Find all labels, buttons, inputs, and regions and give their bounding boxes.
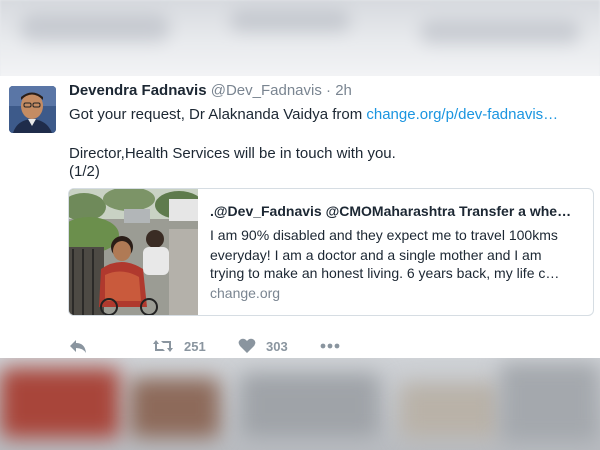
reply-button[interactable] bbox=[68, 334, 88, 358]
retweet-icon bbox=[153, 340, 173, 352]
author-handle[interactable]: @Dev_Fadnavis bbox=[211, 82, 322, 99]
tweet-text-line-2: Director,Health Services will be in touc… bbox=[69, 145, 396, 162]
card-description-line-2: everyday! I am a doctor and a single mot… bbox=[210, 247, 542, 263]
tweet-text-line-1: Got your request, Dr Alaknanda Vaidya fr… bbox=[69, 106, 558, 123]
more-button[interactable] bbox=[320, 334, 340, 358]
heart-icon bbox=[238, 338, 256, 353]
link-preview-card[interactable]: .@Dev_Fadnavis @CMOMaharashtra Transfer … bbox=[68, 188, 594, 316]
like-count: 303 bbox=[266, 338, 288, 354]
tweet-link[interactable]: change.org/p/dev-fadnavis… bbox=[366, 106, 558, 123]
blurred-background-bottom bbox=[0, 358, 600, 450]
card-description-line-3: trying to make an honest living. 6 years… bbox=[210, 265, 560, 281]
blurred-background-top bbox=[0, 0, 600, 78]
reply-icon bbox=[70, 340, 86, 353]
tweet-header: Devendra Fadnavis @Dev_Fadnavis · 2h bbox=[69, 82, 352, 99]
tweet-text: Got your request, Dr Alaknanda Vaidya fr… bbox=[69, 106, 367, 123]
author-name[interactable]: Devendra Fadnavis bbox=[69, 82, 207, 99]
header-separator: · bbox=[326, 82, 332, 99]
like-button[interactable]: 303 bbox=[238, 334, 288, 358]
more-dots-icon bbox=[320, 343, 340, 349]
card-image bbox=[69, 189, 198, 315]
retweet-count: 251 bbox=[184, 338, 206, 354]
tweet-text-line-3: (1/2) bbox=[69, 163, 100, 180]
tweet-actions: 251 303 bbox=[68, 334, 368, 358]
card-description-line-1: I am 90% disabled and they expect me to … bbox=[210, 227, 558, 243]
card-domain: change.org bbox=[210, 285, 281, 301]
retweet-button[interactable]: 251 bbox=[152, 334, 206, 358]
avatar-image bbox=[9, 86, 56, 133]
tweet: Devendra Fadnavis @Dev_Fadnavis · 2h Got… bbox=[0, 76, 600, 360]
tweet-timestamp[interactable]: 2h bbox=[335, 82, 352, 99]
card-title[interactable]: .@Dev_Fadnavis @CMOMaharashtra Transfer … bbox=[210, 203, 571, 219]
avatar[interactable] bbox=[9, 86, 56, 133]
